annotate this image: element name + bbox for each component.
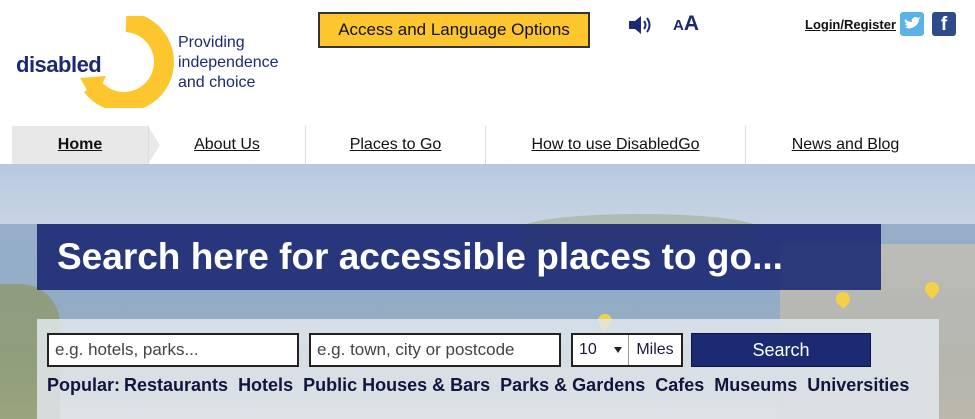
distance-select[interactable]: 10 Miles: [571, 333, 683, 367]
popular-link[interactable]: Public Houses & Bars: [303, 375, 490, 396]
nav-how-to-use[interactable]: How to use DisabledGo: [485, 126, 745, 164]
logo[interactable]: disabled Go: [16, 16, 176, 108]
text-size-big: A: [683, 12, 700, 35]
logo-text-disabled: disabled: [16, 52, 102, 77]
hero-banner: Search here for accessible places to go.…: [0, 164, 975, 419]
text-size-small: A: [673, 17, 684, 34]
popular-link[interactable]: Cafes: [655, 375, 704, 396]
nav-news-and-blog[interactable]: News and Blog: [745, 126, 945, 164]
speaker-icon[interactable]: [628, 14, 654, 36]
search-panel: e.g. hotels, parks... e.g. town, city or…: [37, 319, 939, 419]
distance-value-text: 10: [579, 341, 597, 358]
hero-title: Search here for accessible places to go.…: [37, 224, 881, 290]
main-nav: Home About Us Places to Go How to use Di…: [12, 126, 975, 164]
nav-about-us[interactable]: About Us: [148, 126, 305, 164]
distance-unit: Miles: [636, 341, 674, 358]
popular-searches: Popular: Restaurants Hotels Public House…: [47, 375, 909, 396]
distance-value[interactable]: 10: [573, 335, 629, 365]
search-location-input[interactable]: e.g. town, city or postcode: [309, 333, 561, 367]
header: disabled Go Providing independence and c…: [0, 0, 975, 126]
popular-link[interactable]: Museums: [714, 375, 797, 396]
nav-places-to-go[interactable]: Places to Go: [305, 126, 485, 164]
nav-home[interactable]: Home: [12, 126, 160, 164]
popular-label: Popular:: [47, 375, 121, 395]
twitter-icon[interactable]: [900, 12, 924, 36]
tagline-line: independence: [178, 54, 279, 71]
tagline-line: and choice: [178, 74, 256, 91]
search-button[interactable]: Search: [691, 333, 871, 367]
popular-link[interactable]: Universities: [807, 375, 909, 396]
facebook-icon[interactable]: f: [932, 12, 956, 36]
chevron-down-icon: [614, 347, 622, 353]
search-what-input[interactable]: e.g. hotels, parks...: [47, 333, 299, 367]
login-register-link[interactable]: Login/Register: [805, 17, 896, 32]
popular-link[interactable]: Hotels: [238, 375, 293, 396]
popular-link[interactable]: Parks & Gardens: [500, 375, 645, 396]
text-size-toggle[interactable]: AA: [673, 12, 699, 36]
popular-link[interactable]: Restaurants: [124, 375, 228, 396]
tagline: Providing independence and choice: [178, 33, 308, 93]
access-language-options-button[interactable]: Access and Language Options: [318, 12, 590, 48]
tagline-line: Providing: [178, 34, 245, 51]
logo-text-go: Go: [110, 44, 152, 77]
